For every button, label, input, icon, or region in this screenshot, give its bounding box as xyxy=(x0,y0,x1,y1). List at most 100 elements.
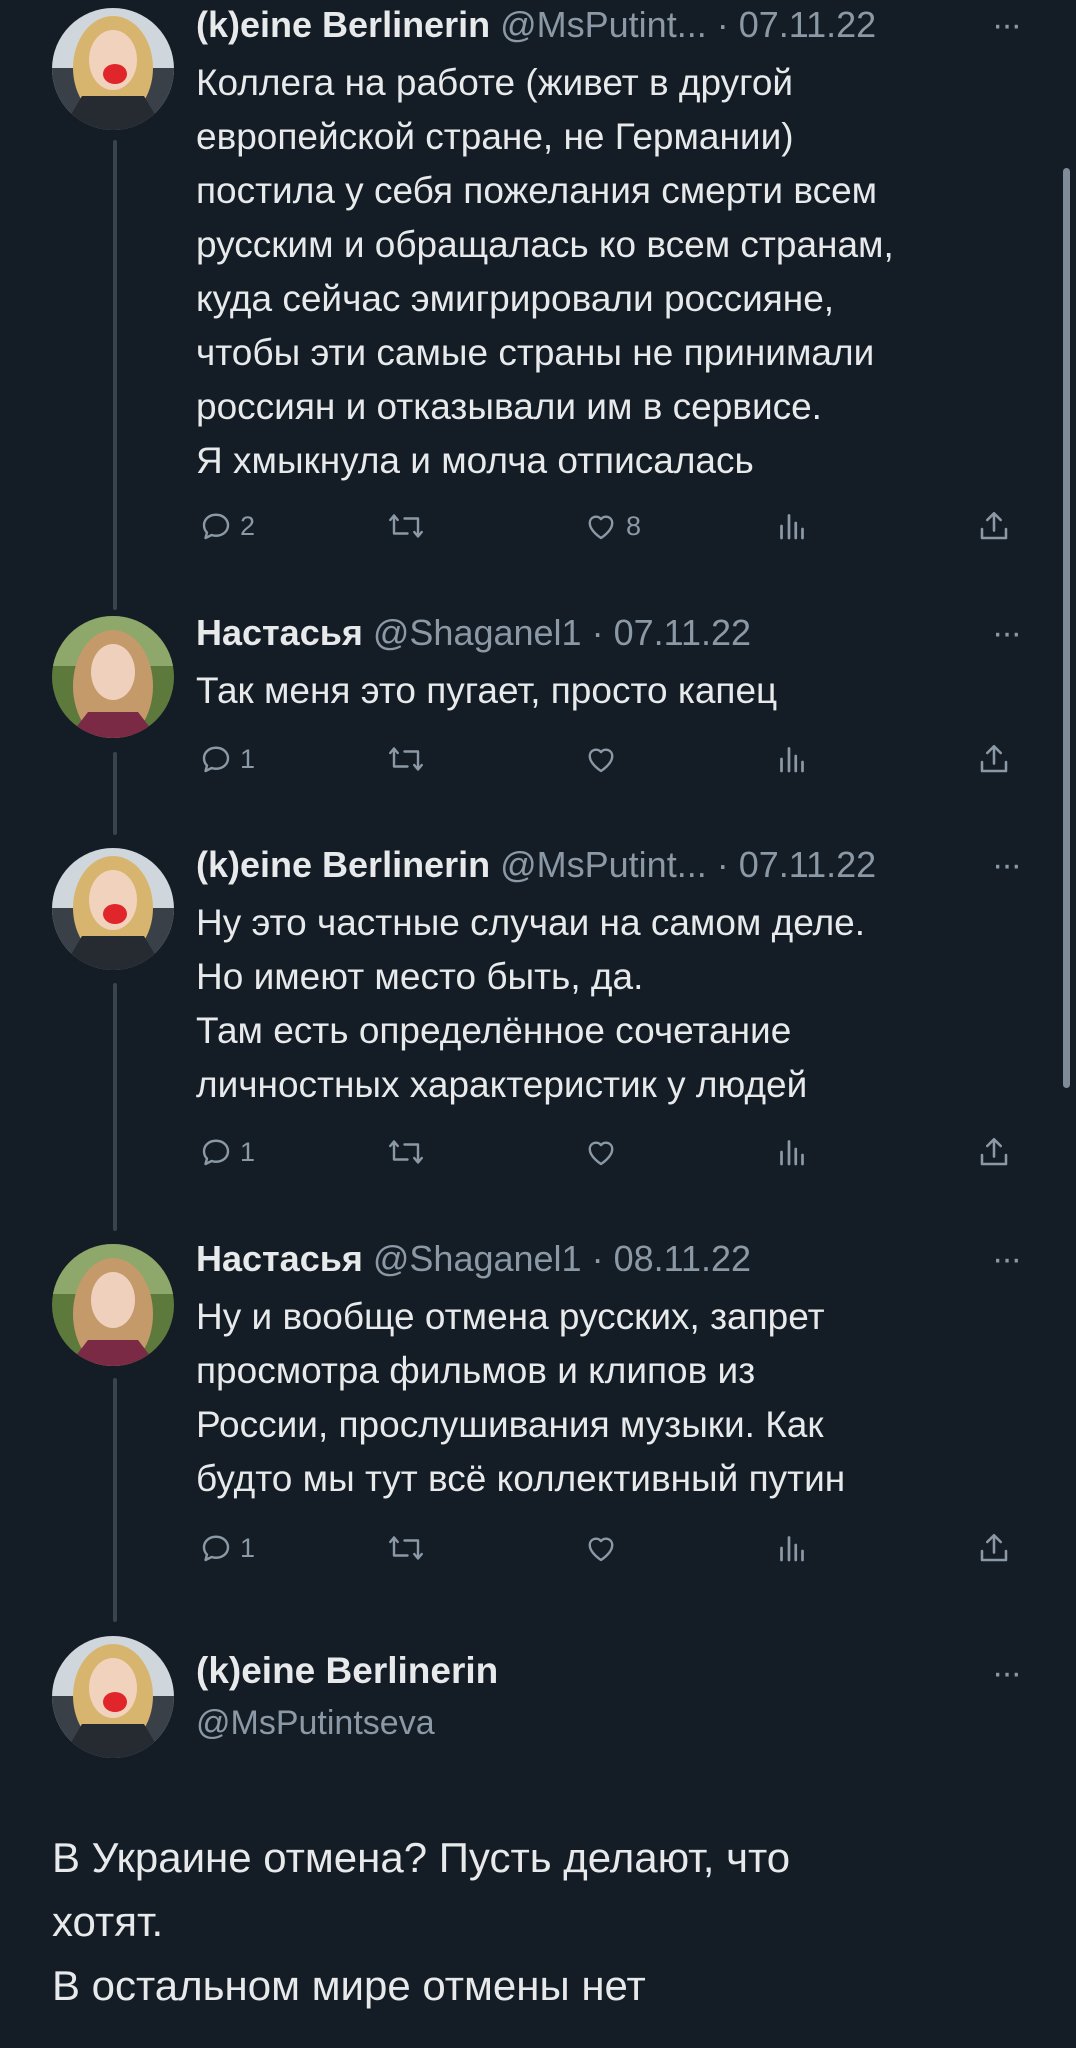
tweet-text: Так меня это пугает, просто капец xyxy=(196,664,1026,718)
reply-count: 2 xyxy=(240,510,256,541)
tweet-header: (k)eine Berlinerin @MsPutint... · 07.11.… xyxy=(196,4,876,46)
action-bar: 2 8 xyxy=(196,503,1026,549)
tweet-header: Настасья @Shaganel1 · 07.11.22 xyxy=(196,612,751,654)
action-bar: 1 xyxy=(196,1525,1026,1571)
avatar-berlinerin[interactable] xyxy=(52,848,174,970)
analytics-icon xyxy=(780,1140,804,1166)
retweet-button[interactable] xyxy=(386,503,426,549)
text-line: русским и обращалась ко всем странам, xyxy=(196,224,894,265)
author-handle[interactable]: @Shaganel1 xyxy=(373,1238,582,1279)
heart-icon xyxy=(588,515,614,540)
retweet-button[interactable] xyxy=(386,1129,426,1175)
action-bar: 1 xyxy=(196,736,1026,782)
tweet-date[interactable]: 07.11.22 xyxy=(739,844,876,885)
tweet-date[interactable]: 08.11.22 xyxy=(614,1238,751,1279)
tweet-text: Ну и вообще отмена русских, запрет просм… xyxy=(196,1290,1026,1506)
like-button[interactable] xyxy=(582,1525,620,1571)
author-handle[interactable]: @MsPutintseva xyxy=(196,1704,435,1743)
author-name[interactable]: (k)eine Berlinerin xyxy=(196,1650,498,1692)
reply-icon xyxy=(202,746,230,773)
like-count: 8 xyxy=(626,510,642,541)
share-icon xyxy=(980,511,1008,540)
more-options-icon[interactable]: ··· xyxy=(992,616,1022,650)
text-line: личностных характеристик у людей xyxy=(196,1064,808,1105)
avatar-berlinerin[interactable] xyxy=(52,8,174,130)
thread-tweet[interactable]: (k)eine Berlinerin @MsPutint... · 07.11.… xyxy=(0,836,1076,1230)
analytics-icon xyxy=(780,514,804,540)
share-icon xyxy=(980,1137,1008,1166)
text-line: просмотра фильмов и клипов из xyxy=(196,1350,756,1391)
reply-count: 1 xyxy=(240,743,256,774)
more-options-icon[interactable]: ··· xyxy=(992,848,1022,882)
tweet-text: В Украине отмена? Пусть делают, что хотя… xyxy=(52,1826,1032,2018)
retweet-icon xyxy=(389,1536,423,1560)
tweet-text: Ну это частные случаи на самом деле. Но … xyxy=(196,896,1026,1112)
views-button[interactable] xyxy=(774,503,810,549)
more-options-icon[interactable]: ··· xyxy=(992,8,1022,42)
thread-tweet[interactable]: Настасья @Shaganel1 · 07.11.22 ··· Так м… xyxy=(0,600,1076,836)
text-line: Но имеют место быть, да. xyxy=(196,956,644,997)
reply-button[interactable]: 1 xyxy=(198,1129,255,1175)
more-options-icon[interactable]: ··· xyxy=(992,1656,1022,1690)
share-icon xyxy=(980,1533,1008,1562)
tweet-date[interactable]: 07.11.22 xyxy=(739,4,876,45)
views-button[interactable] xyxy=(774,1129,810,1175)
action-bar: 1 xyxy=(196,1129,1026,1175)
separator: · xyxy=(581,612,614,653)
share-icon xyxy=(980,744,1008,773)
separator: · xyxy=(581,1238,614,1279)
retweet-icon xyxy=(389,514,423,538)
reply-button[interactable]: 1 xyxy=(198,1525,255,1571)
views-button[interactable] xyxy=(774,736,810,782)
main-tweet[interactable]: (k)eine Berlinerin @MsPutintseva ··· В У… xyxy=(0,1622,1076,2048)
more-options-icon[interactable]: ··· xyxy=(992,1242,1022,1276)
text-line: В Украине отмена? Пусть делают, что xyxy=(52,1834,791,1881)
author-name[interactable]: (k)eine Berlinerin xyxy=(196,4,490,45)
text-line: россиян и отказывали им в сервисе. xyxy=(196,386,822,427)
share-button[interactable] xyxy=(976,1129,1012,1175)
like-button[interactable] xyxy=(582,1129,620,1175)
heart-icon xyxy=(588,1141,614,1166)
author-name[interactable]: (k)eine Berlinerin xyxy=(196,844,490,885)
tweet-text: Коллега на работе (живет в другой европе… xyxy=(196,56,1026,488)
reply-count: 1 xyxy=(240,1532,256,1563)
avatar-nastasya[interactable] xyxy=(52,616,174,738)
author-handle[interactable]: @Shaganel1 xyxy=(373,612,582,653)
author-name[interactable]: Настасья xyxy=(196,1238,363,1279)
text-line: Ну и вообще отмена русских, запрет xyxy=(196,1296,825,1337)
retweet-button[interactable] xyxy=(386,1525,426,1571)
retweet-button[interactable] xyxy=(386,736,426,782)
author-handle[interactable]: @MsPutint... xyxy=(500,844,707,885)
text-line: хотят. xyxy=(52,1898,164,1945)
views-button[interactable] xyxy=(774,1525,810,1571)
share-button[interactable] xyxy=(976,503,1012,549)
text-line: чтобы эти самые страны не принимали xyxy=(196,332,875,373)
text-line: Так меня это пугает, просто капец xyxy=(196,670,778,711)
retweet-icon xyxy=(389,1140,423,1164)
thread-tweet[interactable]: Настасья @Shaganel1 · 08.11.22 ··· Ну и … xyxy=(0,1230,1076,1622)
reply-icon xyxy=(202,1139,230,1166)
text-line: Я хмыкнула и молча отписалась xyxy=(196,440,754,481)
analytics-icon xyxy=(780,1536,804,1562)
reply-button[interactable]: 2 xyxy=(198,503,255,549)
tweet-date[interactable]: 07.11.22 xyxy=(614,612,751,653)
text-line: куда сейчас эмигрировали россияне, xyxy=(196,278,835,319)
reply-button[interactable]: 1 xyxy=(198,736,255,782)
text-line: будто мы тут всё коллективный путин xyxy=(196,1458,846,1499)
thread-tweet[interactable]: (k)eine Berlinerin @MsPutint... · 07.11.… xyxy=(0,0,1076,600)
separator: · xyxy=(706,4,739,45)
author-handle[interactable]: @MsPutint... xyxy=(500,4,707,45)
text-line: России, прослушивания музыки. Как xyxy=(196,1404,824,1445)
reply-icon xyxy=(202,513,230,540)
reply-count: 1 xyxy=(240,1136,256,1167)
share-button[interactable] xyxy=(976,1525,1012,1571)
analytics-icon xyxy=(780,747,804,773)
text-line: постила у себя пожелания смерти всем xyxy=(196,170,878,211)
like-button[interactable] xyxy=(582,736,620,782)
like-button[interactable]: 8 xyxy=(582,503,641,549)
avatar-nastasya[interactable] xyxy=(52,1244,174,1366)
author-name[interactable]: Настасья xyxy=(196,612,363,653)
avatar-berlinerin[interactable] xyxy=(52,1636,174,1758)
share-button[interactable] xyxy=(976,736,1012,782)
separator: · xyxy=(706,844,739,885)
